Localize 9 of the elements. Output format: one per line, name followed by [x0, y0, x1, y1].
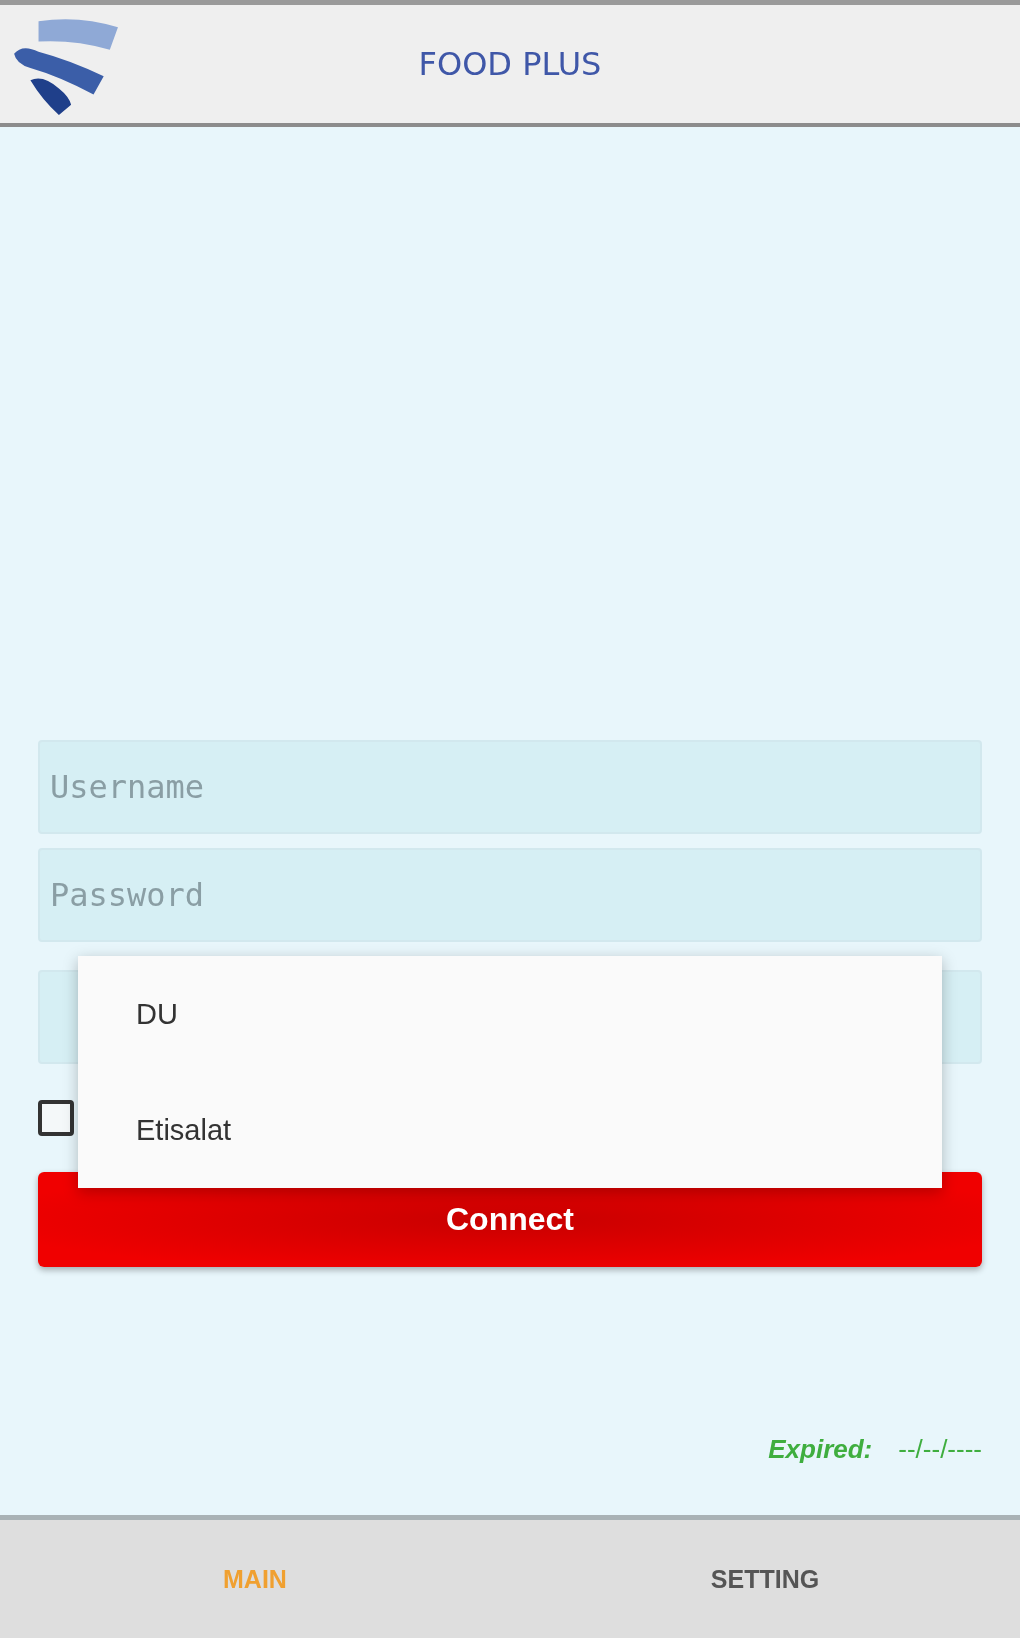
dropdown-option[interactable]: Etisalat [78, 1113, 942, 1147]
app-title: FOOD PLUS [418, 45, 602, 83]
tab[interactable]: SETTING [510, 1520, 1020, 1638]
username-field[interactable]: Username [38, 740, 982, 834]
checkbox[interactable] [38, 1100, 74, 1136]
expiry-date: --/--/---- [898, 1434, 982, 1465]
dropdown-option[interactable]: DU [78, 997, 942, 1031]
expiry-label: Expired: [768, 1434, 873, 1465]
password-field[interactable]: Password [38, 848, 982, 942]
